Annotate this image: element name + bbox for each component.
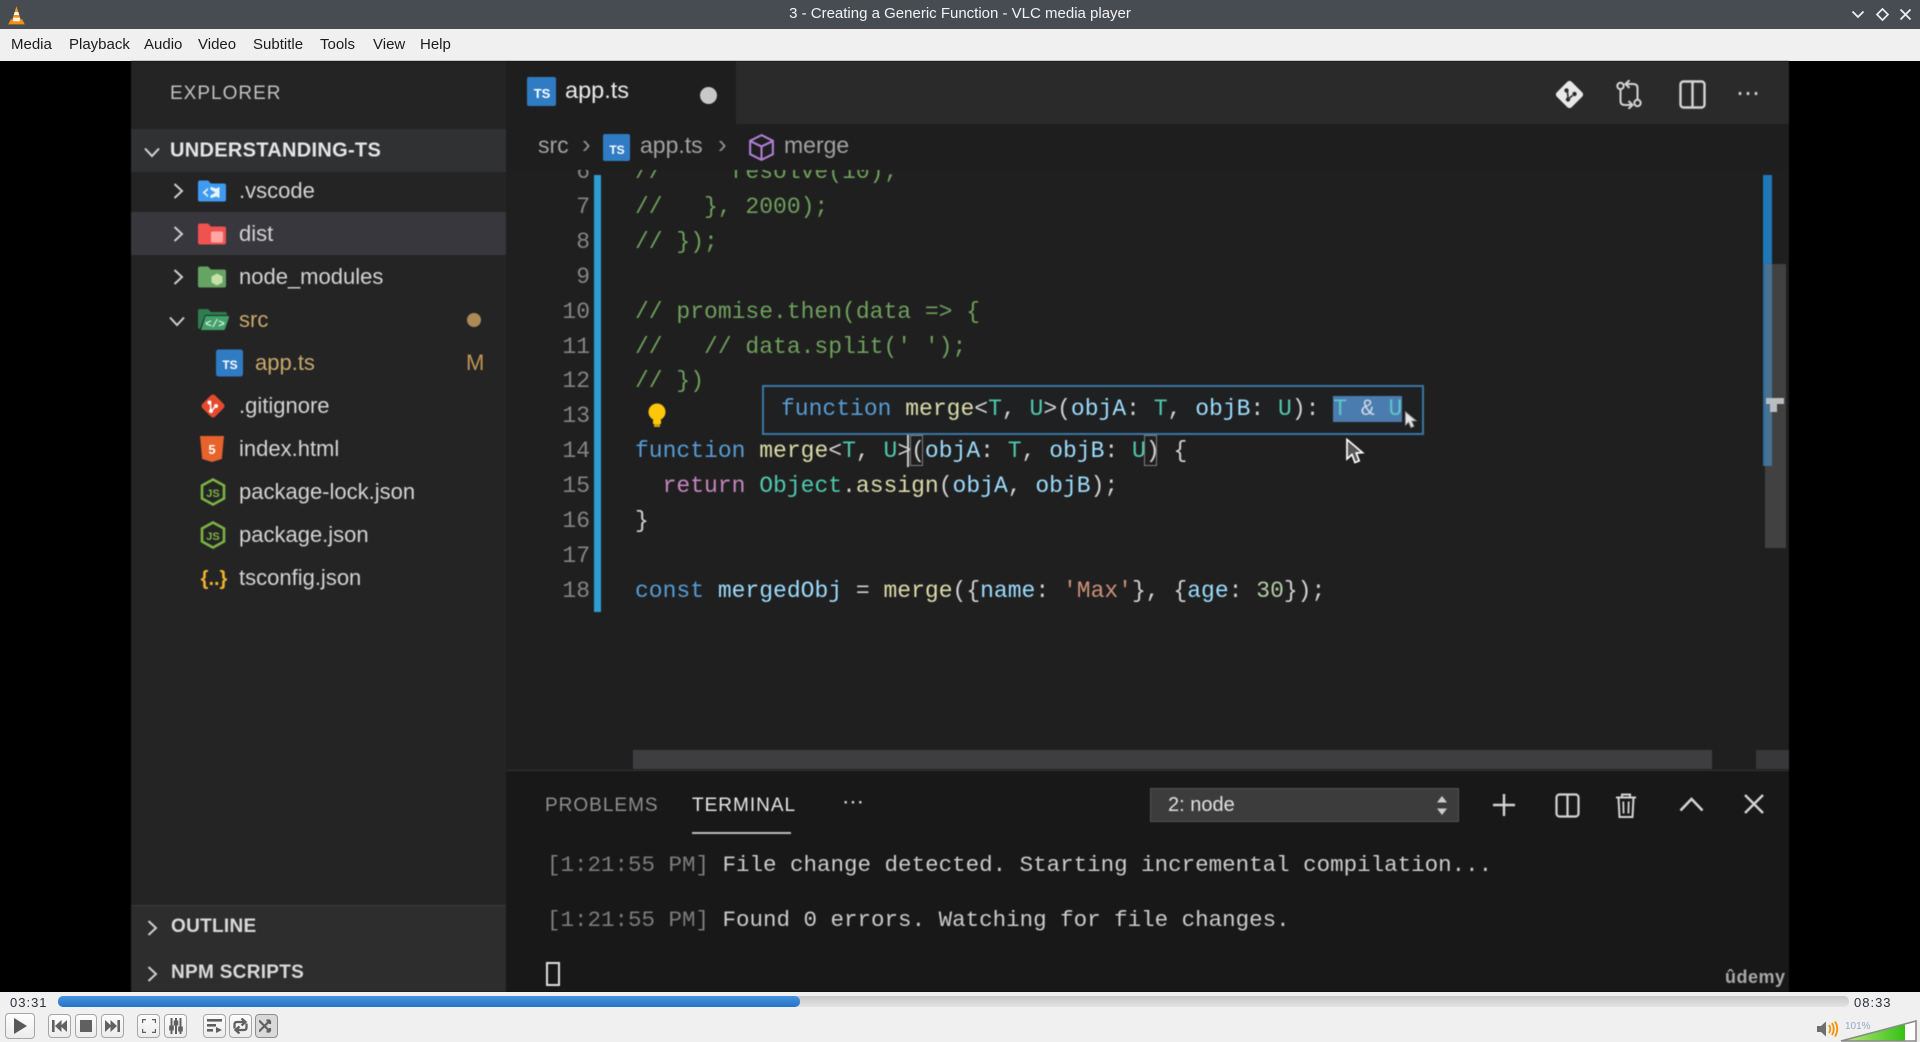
svg-text:TS: TS xyxy=(609,143,624,157)
svg-text:</>: </> xyxy=(205,319,225,331)
svg-text:JS: JS xyxy=(206,488,219,500)
svg-text:TS: TS xyxy=(534,86,551,101)
svg-text:{..}: {..} xyxy=(201,568,228,590)
svg-text:5: 5 xyxy=(208,442,215,457)
svg-text:JS: JS xyxy=(206,531,219,543)
svg-text:TS: TS xyxy=(222,358,237,372)
